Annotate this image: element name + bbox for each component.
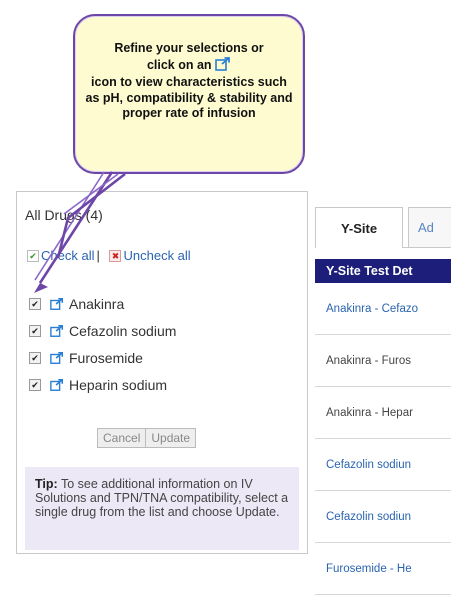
- drug-list: ✔ Anakinra ✔ Cefazolin sodium ✔ Furosemi…: [29, 290, 176, 398]
- checkbox-icon[interactable]: ✔: [29, 351, 41, 364]
- separator: |: [96, 248, 100, 264]
- drug-label: Furosemide: [69, 349, 143, 366]
- result-row[interactable]: Furosemide - He: [315, 543, 451, 595]
- external-link-icon[interactable]: [50, 324, 64, 338]
- action-buttons: Cancel Update: [97, 428, 197, 448]
- check-controls: ✔ Check all | ✖ Uncheck all: [27, 247, 191, 263]
- checkbox-icon[interactable]: ✔: [29, 324, 41, 337]
- result-row[interactable]: Cefazolin sodiun: [315, 491, 451, 543]
- drugs-panel: All Drugs (4) ✔ Check all | ✖ Uncheck all ✔…: [16, 191, 308, 554]
- external-link-icon[interactable]: [50, 297, 64, 311]
- tab-y-site[interactable]: Y-Site: [315, 207, 403, 248]
- checkbox-icon[interactable]: ✔: [29, 378, 41, 391]
- callout-line-1: Refine your selections or: [114, 41, 264, 55]
- drug-item: ✔ Anakinra: [29, 290, 176, 317]
- result-row: Anakinra - Hepar: [315, 387, 451, 439]
- callout-line-2-text: click on an: [146, 57, 212, 72]
- drug-label: Heparin sodium: [69, 376, 168, 393]
- drug-label: Cefazolin sodium: [69, 322, 177, 339]
- callout-line-3: icon to view characteristics such as pH,…: [85, 75, 293, 120]
- tab-bar: Y-Site Ad: [315, 207, 451, 248]
- result-row: Anakinra - Furos: [315, 335, 451, 387]
- tip-text: To see additional information on IV Solu…: [35, 477, 289, 519]
- checkbox-icon[interactable]: ✔: [29, 297, 41, 310]
- result-row[interactable]: Cefazolin sodiun: [315, 439, 451, 491]
- results-header: Y-Site Test Det: [315, 259, 451, 283]
- panel-title: All Drugs (4): [25, 207, 103, 223]
- callout-line-2: click on an: [85, 56, 293, 76]
- x-icon: ✖: [109, 249, 122, 262]
- tip-label: Tip:: [35, 477, 58, 491]
- drug-item: ✔ Heparin sodium: [29, 371, 176, 398]
- check-icon: ✔: [27, 249, 39, 262]
- external-link-icon: [215, 56, 231, 76]
- tip-box: Tip: To see additional information on IV…: [25, 467, 299, 550]
- cancel-button[interactable]: Cancel: [97, 428, 147, 448]
- drug-label: Anakinra: [69, 295, 125, 312]
- check-all-link[interactable]: Check all: [41, 248, 94, 263]
- drug-item: ✔ Cefazolin sodium: [29, 317, 176, 344]
- results-list: Anakinra - Cefazo Anakinra - Furos Anaki…: [315, 283, 451, 595]
- external-link-icon[interactable]: [50, 378, 64, 392]
- update-button[interactable]: Update: [146, 428, 197, 448]
- callout-bubble: Refine your selections or click on an ic…: [73, 14, 305, 174]
- uncheck-all-link[interactable]: Uncheck all: [123, 248, 190, 263]
- tab-admixture[interactable]: Ad: [408, 207, 451, 247]
- drug-item: ✔ Furosemide: [29, 344, 176, 371]
- external-link-icon[interactable]: [50, 351, 64, 365]
- results-panel: Y-Site Ad Y-Site Test Det Anakinra - Cef…: [315, 207, 451, 595]
- callout-text: Refine your selections or click on an ic…: [85, 41, 293, 122]
- result-row[interactable]: Anakinra - Cefazo: [315, 283, 451, 335]
